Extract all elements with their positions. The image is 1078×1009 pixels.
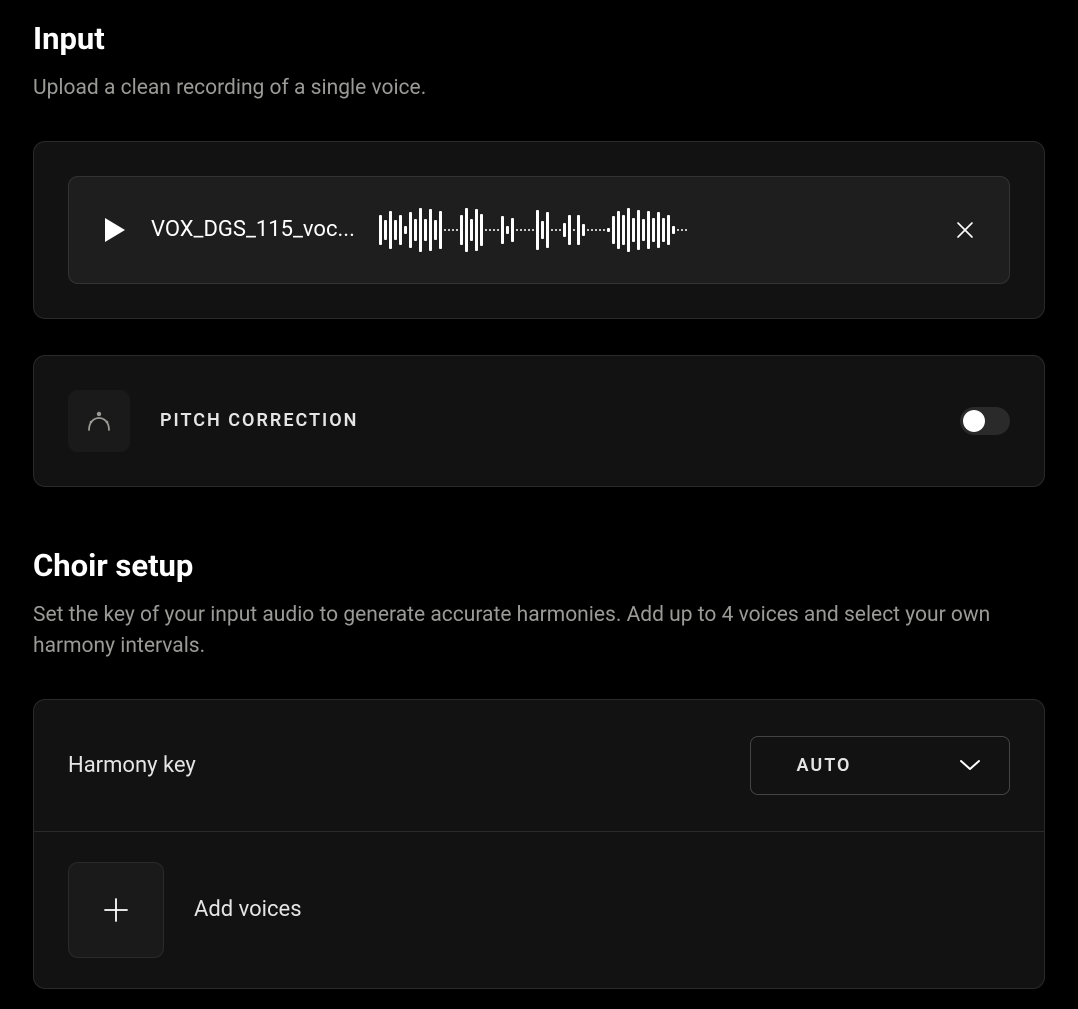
audio-filename: VOX_DGS_115_voc...	[151, 217, 355, 242]
add-voices-label: Add voices	[194, 897, 302, 922]
close-icon	[955, 220, 975, 240]
audio-waveform[interactable]	[379, 205, 919, 255]
choir-section-title: Choir setup	[33, 547, 1045, 584]
toggle-knob	[963, 410, 985, 432]
input-card: VOX_DGS_115_voc...	[33, 141, 1045, 319]
pitch-correction-label: PITCH CORRECTION	[160, 410, 960, 431]
harmony-key-dropdown[interactable]: AUTO	[750, 736, 1010, 795]
add-voices-button[interactable]	[68, 862, 164, 958]
pitch-correction-icon-box	[68, 390, 130, 452]
audio-player: VOX_DGS_115_voc...	[68, 176, 1010, 284]
plus-icon	[101, 895, 131, 925]
input-section-title: Input	[33, 20, 1045, 57]
choir-section-subtitle: Set the key of your input audio to gener…	[33, 600, 1045, 663]
choir-card: Harmony key AUTO Add voices	[33, 699, 1045, 989]
remove-audio-button[interactable]	[955, 220, 975, 240]
input-section-subtitle: Upload a clean recording of a single voi…	[33, 73, 1045, 105]
pitch-correction-toggle[interactable]	[960, 407, 1010, 435]
chevron-down-icon	[959, 759, 981, 771]
add-voices-row: Add voices	[34, 831, 1044, 988]
harmony-key-label: Harmony key	[68, 753, 196, 778]
harmony-key-value: AUTO	[779, 755, 869, 776]
harmony-key-row: Harmony key AUTO	[34, 700, 1044, 831]
pitch-correction-icon	[85, 410, 113, 432]
play-icon	[103, 216, 127, 244]
pitch-correction-card: PITCH CORRECTION	[33, 355, 1045, 487]
play-button[interactable]	[103, 216, 127, 244]
